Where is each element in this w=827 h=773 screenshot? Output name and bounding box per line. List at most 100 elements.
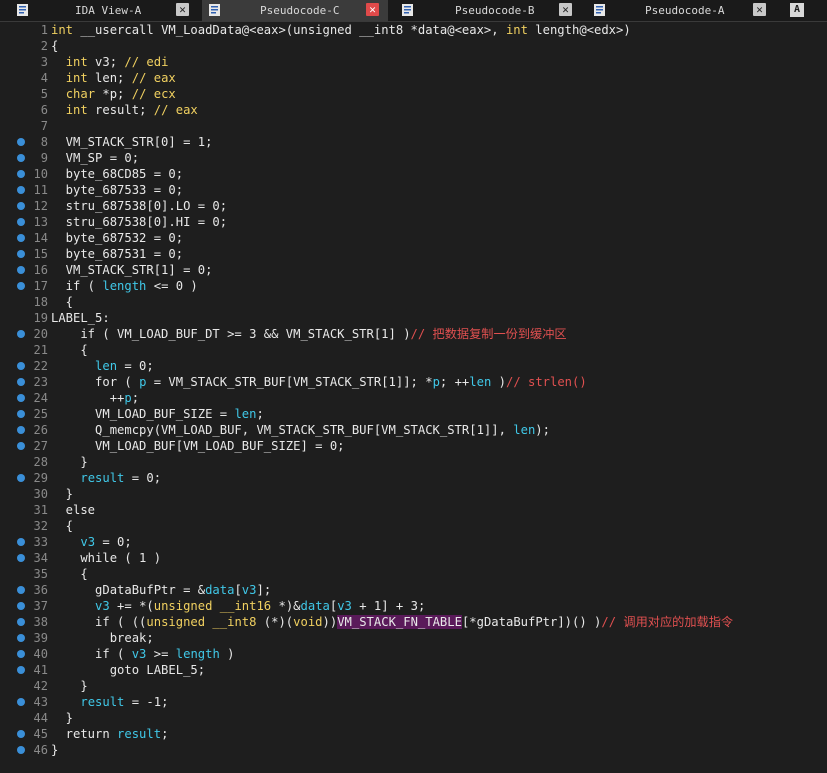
code-line[interactable]: 23 for ( p = VM_STACK_STR_BUF[VM_STACK_S…	[0, 374, 827, 390]
code-line[interactable]: 40 if ( v3 >= length )	[0, 646, 827, 662]
code-line[interactable]: 35 {	[0, 566, 827, 582]
code-line[interactable]: 3 int v3; // edi	[0, 54, 827, 70]
code-text[interactable]: byte_687532 = 0;	[51, 230, 183, 246]
breakpoint-dot-icon[interactable]	[17, 330, 25, 338]
code-line[interactable]: 2{	[0, 38, 827, 54]
breakpoint-dot-icon[interactable]	[17, 538, 25, 546]
breakpoint-dot-icon[interactable]	[17, 250, 25, 258]
code-text[interactable]: if ( v3 >= length )	[51, 646, 234, 662]
code-text[interactable]: len = 0;	[51, 358, 154, 374]
code-line[interactable]: 30 }	[0, 486, 827, 502]
breakpoint-dot-icon[interactable]	[17, 746, 25, 754]
breakpoint-dot-icon[interactable]	[17, 474, 25, 482]
code-text[interactable]: while ( 1 )	[51, 550, 161, 566]
code-line[interactable]: 11 byte_687533 = 0;	[0, 182, 827, 198]
breakpoint-dot-icon[interactable]	[17, 698, 25, 706]
breakpoint-dot-icon[interactable]	[17, 618, 25, 626]
code-text[interactable]: byte_68CD85 = 0;	[51, 166, 183, 182]
code-text[interactable]: }	[51, 454, 87, 470]
breakpoint-dot-icon[interactable]	[17, 666, 25, 674]
breakpoint-dot-icon[interactable]	[17, 554, 25, 562]
code-text[interactable]: {	[51, 38, 58, 54]
breakpoint-dot-icon[interactable]	[17, 218, 25, 226]
breakpoint-dot-icon[interactable]	[17, 634, 25, 642]
breakpoint-dot-icon[interactable]	[17, 266, 25, 274]
breakpoint-dot-icon[interactable]	[17, 586, 25, 594]
code-text[interactable]: VM_STACK_STR[0] = 1;	[51, 134, 213, 150]
code-text[interactable]: if ( VM_LOAD_BUF_DT >= 3 && VM_STACK_STR…	[51, 326, 566, 342]
code-text[interactable]: VM_SP = 0;	[51, 150, 139, 166]
code-text[interactable]: result = 0;	[51, 470, 161, 486]
code-text[interactable]: int result; // eax	[51, 102, 198, 118]
code-line[interactable]: 38 if ( ((unsigned __int8 (*)(void))VM_S…	[0, 614, 827, 630]
code-line[interactable]: 7	[0, 118, 827, 134]
code-text[interactable]: stru_687538[0].HI = 0;	[51, 214, 227, 230]
breakpoint-dot-icon[interactable]	[17, 378, 25, 386]
code-text[interactable]: goto LABEL_5;	[51, 662, 205, 678]
code-line[interactable]: 13 stru_687538[0].HI = 0;	[0, 214, 827, 230]
code-line[interactable]: 12 stru_687538[0].LO = 0;	[0, 198, 827, 214]
code-line[interactable]: 8 VM_STACK_STR[0] = 1;	[0, 134, 827, 150]
code-line[interactable]: 16 VM_STACK_STR[1] = 0;	[0, 262, 827, 278]
code-text[interactable]: if ( length <= 0 )	[51, 278, 198, 294]
code-text[interactable]: LABEL_5:	[51, 310, 110, 326]
code-text[interactable]: result = -1;	[51, 694, 168, 710]
code-line[interactable]: 20 if ( VM_LOAD_BUF_DT >= 3 && VM_STACK_…	[0, 326, 827, 342]
breakpoint-dot-icon[interactable]	[17, 282, 25, 290]
code-text[interactable]: char *p; // ecx	[51, 86, 176, 102]
code-line[interactable]: 41 goto LABEL_5;	[0, 662, 827, 678]
code-line[interactable]: 29 result = 0;	[0, 470, 827, 486]
tab-ida-view-a[interactable]: IDA View-A ✕	[10, 0, 195, 21]
close-icon[interactable]: ✕	[366, 3, 379, 16]
code-line[interactable]: 37 v3 += *(unsigned __int16 *)&data[v3 +…	[0, 598, 827, 614]
code-line[interactable]: 22 len = 0;	[0, 358, 827, 374]
breakpoint-dot-icon[interactable]	[17, 362, 25, 370]
code-text[interactable]: VM_LOAD_BUF[VM_LOAD_BUF_SIZE] = 0;	[51, 438, 344, 454]
code-text[interactable]: int v3; // edi	[51, 54, 169, 70]
code-line[interactable]: 42 }	[0, 678, 827, 694]
code-line[interactable]: 14 byte_687532 = 0;	[0, 230, 827, 246]
close-icon[interactable]: ✕	[559, 3, 572, 16]
code-line[interactable]: 31 else	[0, 502, 827, 518]
code-line[interactable]: 19 LABEL_5:	[0, 310, 827, 326]
code-text[interactable]: byte_687531 = 0;	[51, 246, 183, 262]
breakpoint-dot-icon[interactable]	[17, 730, 25, 738]
code-line[interactable]: 6 int result; // eax	[0, 102, 827, 118]
code-line[interactable]: 33 v3 = 0;	[0, 534, 827, 550]
code-text[interactable]: stru_687538[0].LO = 0;	[51, 198, 227, 214]
code-line[interactable]: 18 {	[0, 294, 827, 310]
code-text[interactable]: }	[51, 710, 73, 726]
breakpoint-dot-icon[interactable]	[17, 426, 25, 434]
code-text[interactable]: break;	[51, 630, 154, 646]
code-text[interactable]: }	[51, 678, 87, 694]
code-line[interactable]: 45 return result;	[0, 726, 827, 742]
code-line[interactable]: 4 int len; // eax	[0, 70, 827, 86]
code-text[interactable]: int __usercall VM_LoadData@<eax>(unsigne…	[51, 22, 631, 38]
code-line[interactable]: 5 char *p; // ecx	[0, 86, 827, 102]
code-line[interactable]: 9 VM_SP = 0;	[0, 150, 827, 166]
code-line[interactable]: 43 result = -1;	[0, 694, 827, 710]
code-line[interactable]: 26 Q_memcpy(VM_LOAD_BUF, VM_STACK_STR_BU…	[0, 422, 827, 438]
code-line[interactable]: 39 break;	[0, 630, 827, 646]
code-line[interactable]: 46}	[0, 742, 827, 758]
code-text[interactable]: int len; // eax	[51, 70, 176, 86]
breakpoint-dot-icon[interactable]	[17, 394, 25, 402]
code-line[interactable]: 17 if ( length <= 0 )	[0, 278, 827, 294]
code-text[interactable]: if ( ((unsigned __int8 (*)(void))VM_STAC…	[51, 614, 733, 630]
code-text[interactable]: v3 += *(unsigned __int16 *)&data[v3 + 1]…	[51, 598, 425, 614]
code-line[interactable]: 21 {	[0, 342, 827, 358]
code-text[interactable]: else	[51, 502, 95, 518]
breakpoint-dot-icon[interactable]	[17, 138, 25, 146]
code-line[interactable]: 28 }	[0, 454, 827, 470]
code-line[interactable]: 34 while ( 1 )	[0, 550, 827, 566]
code-text[interactable]: VM_STACK_STR[1] = 0;	[51, 262, 213, 278]
code-text[interactable]: for ( p = VM_STACK_STR_BUF[VM_STACK_STR[…	[51, 374, 587, 390]
breakpoint-dot-icon[interactable]	[17, 234, 25, 242]
code-text[interactable]: {	[51, 342, 87, 358]
code-text[interactable]: ++p;	[51, 390, 139, 406]
code-text[interactable]: {	[51, 566, 87, 582]
code-text[interactable]: byte_687533 = 0;	[51, 182, 183, 198]
breakpoint-dot-icon[interactable]	[17, 186, 25, 194]
code-text[interactable]: {	[51, 294, 73, 310]
code-text[interactable]: {	[51, 518, 73, 534]
